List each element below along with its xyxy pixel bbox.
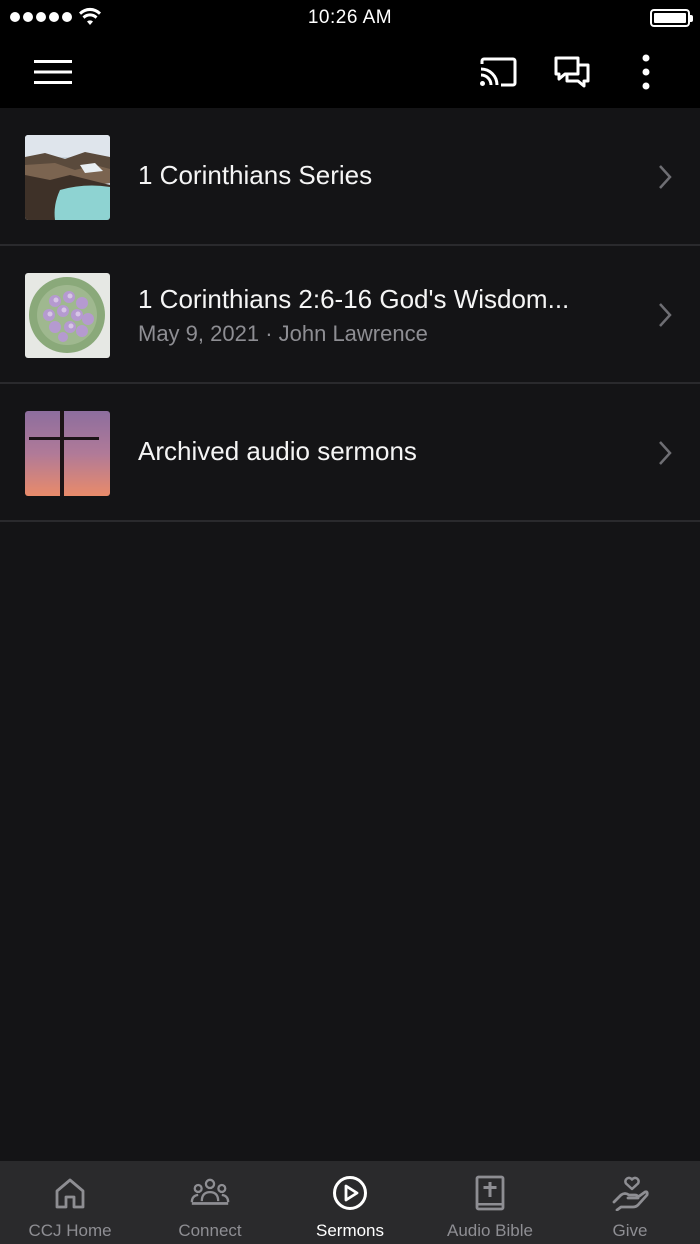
heart-hand-icon — [610, 1173, 650, 1213]
list-item[interactable]: 1 Corinthians 2:6-16 God's Wisdom... May… — [0, 246, 700, 384]
list-item[interactable]: 1 Corinthians Series — [0, 108, 700, 246]
status-bar: 10:26 AM — [0, 0, 700, 36]
cast-icon[interactable] — [476, 50, 520, 94]
home-icon — [50, 1173, 90, 1213]
bottom-tab-bar: CCJ Home Connect Sermons Audio Bible Giv… — [0, 1161, 700, 1244]
play-circle-icon — [330, 1173, 370, 1213]
sermon-list: 1 Corinthians Series 1 Corinthians 2:6-1… — [0, 108, 700, 522]
cross-sunset-thumbnail — [25, 411, 110, 496]
status-time: 10:26 AM — [307, 7, 393, 28]
tab-label: CCJ Home — [28, 1221, 112, 1240]
tab-label: Sermons — [315, 1221, 385, 1240]
more-vertical-icon[interactable] — [624, 50, 668, 94]
tab-give[interactable]: Give — [560, 1161, 700, 1244]
tab-sermons[interactable]: Sermons — [280, 1161, 420, 1244]
tab-ccj-home[interactable]: CCJ Home — [0, 1161, 140, 1244]
landscape-lake-thumbnail — [25, 135, 110, 220]
chevron-right-icon — [659, 441, 672, 465]
tab-label: Connect — [178, 1221, 242, 1240]
battery-icon — [650, 9, 693, 27]
tab-audio-bible[interactable]: Audio Bible — [420, 1161, 560, 1244]
chevron-right-icon — [659, 165, 672, 189]
list-item-title: 1 Corinthians 2:6-16 God's Wisdom... — [138, 284, 570, 314]
tab-connect[interactable]: Connect — [140, 1161, 280, 1244]
list-item-title: 1 Corinthians Series — [138, 160, 373, 190]
people-icon — [190, 1173, 230, 1213]
chevron-right-icon — [659, 303, 672, 327]
tab-label: Audio Bible — [446, 1221, 533, 1240]
bible-icon — [470, 1173, 510, 1213]
list-item[interactable]: Archived audio sermons — [0, 384, 700, 522]
hamburger-menu-icon[interactable] — [31, 50, 75, 94]
purple-flowers-thumbnail — [25, 273, 110, 358]
top-toolbar — [0, 36, 700, 108]
list-item-subtitle: May 9, 2021 · John Lawrence — [138, 321, 428, 346]
tab-label: Give — [612, 1221, 648, 1240]
chat-bubbles-icon[interactable] — [550, 50, 594, 94]
list-item-title: Archived audio sermons — [138, 436, 417, 466]
